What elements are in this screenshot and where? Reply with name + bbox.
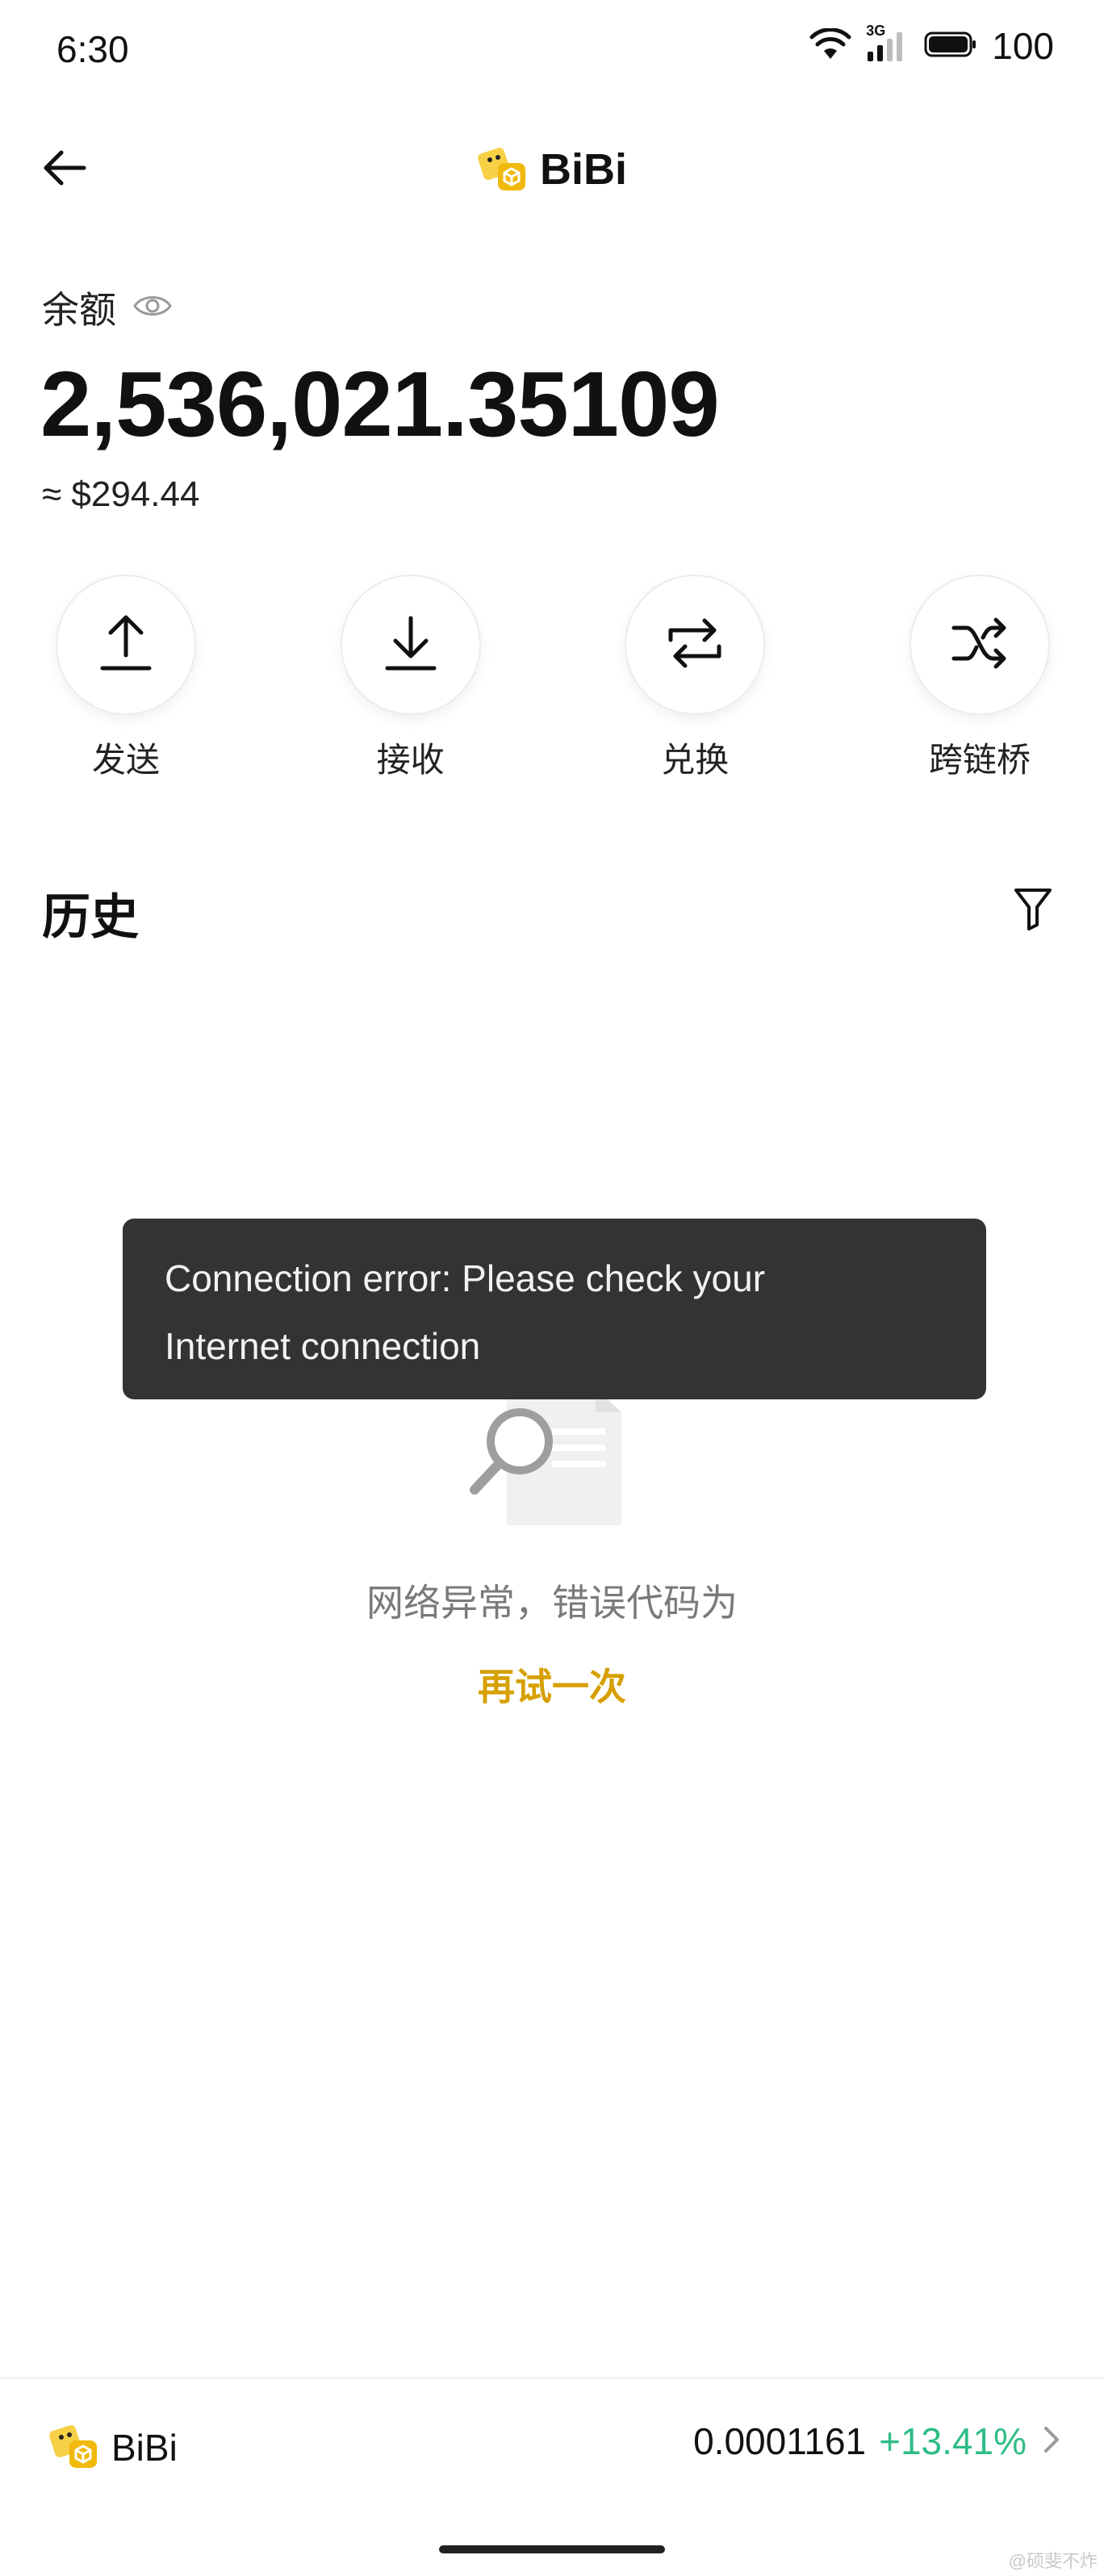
bottom-divider (0, 2377, 1104, 2379)
balance-label-row: 余额 (42, 281, 173, 334)
bridge-button-circle[interactable] (909, 575, 1050, 715)
watermark: @硕斐不炸 (1008, 2551, 1098, 2571)
battery-level: 100 (992, 25, 1054, 67)
price-change: +13.41% (879, 2420, 1027, 2462)
token-name: BiBi (111, 2426, 178, 2469)
balance-amount: 2,536,021.35109 (40, 353, 720, 456)
error-toast: Connection error: Please check your Inte… (123, 1219, 986, 1399)
bibi-logo-icon (48, 2419, 100, 2475)
upload-arrow-icon (98, 613, 154, 677)
swap-label: 兑换 (661, 741, 730, 779)
chevron-right-icon (1039, 2423, 1064, 2460)
home-indicator[interactable] (439, 2545, 665, 2553)
balance-usd-value: ≈ $294.44 (42, 475, 200, 514)
receive-button-circle[interactable] (340, 575, 481, 715)
price-row[interactable]: 0.0001161 +13.41% (693, 2419, 1064, 2463)
battery-icon (924, 31, 977, 62)
bridge-button[interactable]: 跨链桥 (909, 575, 1050, 782)
token-info: BiBi (48, 2419, 178, 2475)
token-price-bar[interactable]: BiBi 0.0001161 +13.41% (0, 2381, 1104, 2518)
cellular-signal-icon: 3G (866, 23, 910, 65)
retry-button[interactable]: 再试一次 (0, 1658, 1104, 1711)
toast-line-1: Connection error: Please check your (165, 1257, 766, 1299)
wifi-icon (809, 27, 851, 65)
toast-line-2: Internet connection (165, 1325, 481, 1367)
swap-button-circle[interactable] (625, 575, 766, 715)
send-label: 发送 (91, 741, 160, 779)
download-arrow-icon (383, 613, 439, 677)
send-button-circle[interactable] (56, 575, 196, 715)
filter-icon (1013, 886, 1053, 935)
swap-icon (664, 614, 726, 676)
history-title: 历史 (42, 890, 139, 944)
filter-button[interactable] (1007, 884, 1059, 936)
header: BiBi (0, 137, 1104, 202)
eye-icon[interactable] (132, 292, 173, 324)
swap-button[interactable]: 兑换 (625, 575, 766, 782)
token-price: 0.0001161 (693, 2420, 867, 2462)
action-buttons: 发送 接收 兑换 跨链桥 (56, 575, 1050, 782)
status-time: 6:30 (56, 28, 129, 70)
bibi-logo-icon (477, 142, 529, 198)
bridge-label: 跨链桥 (928, 741, 1031, 779)
empty-state-message: 网络异常，错误代码为 (366, 1582, 738, 1624)
receive-button[interactable]: 接收 (340, 575, 481, 782)
no-results-illustration (466, 1388, 633, 1533)
balance-label: 余额 (42, 289, 116, 331)
receive-label: 接收 (376, 741, 445, 779)
status-icons: 3G 100 (809, 23, 1054, 68)
page-title: BiBi (540, 145, 627, 194)
shuffle-icon (949, 615, 1010, 675)
send-button[interactable]: 发送 (56, 575, 196, 782)
